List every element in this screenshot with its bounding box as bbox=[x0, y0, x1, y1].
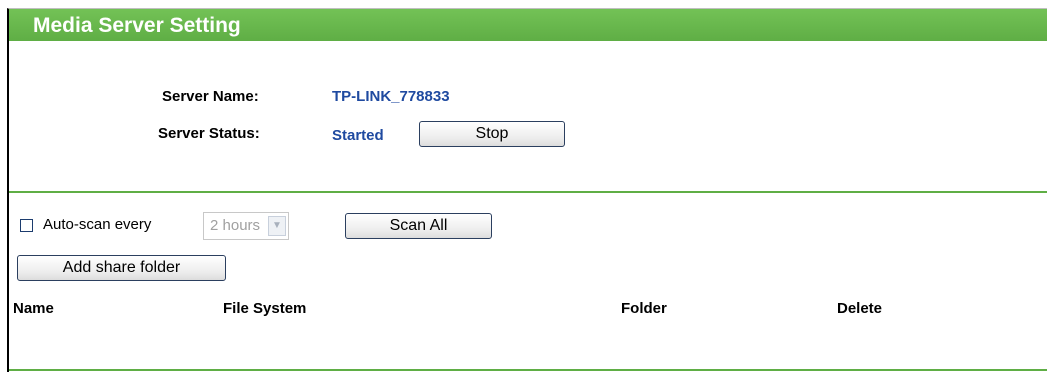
column-header-file-system: File System bbox=[223, 300, 307, 317]
autoscan-label: Auto-scan every bbox=[43, 216, 152, 233]
media-server-panel: Media Server Setting Server Name: TP-LIN… bbox=[7, 8, 1047, 372]
page-title: Media Server Setting bbox=[33, 14, 241, 37]
scan-interval-select[interactable]: 2 hours ▼ bbox=[203, 212, 289, 240]
server-status-label: Server Status: bbox=[158, 125, 260, 142]
autoscan-checkbox[interactable] bbox=[20, 219, 33, 232]
scan-interval-value: 2 hours bbox=[210, 217, 261, 234]
server-status-value: Started bbox=[332, 127, 384, 144]
section-divider-bottom bbox=[9, 369, 1047, 371]
section-divider-top bbox=[9, 191, 1047, 193]
stop-button[interactable]: Stop bbox=[419, 121, 565, 147]
column-header-delete: Delete bbox=[837, 300, 883, 317]
scan-all-button[interactable]: Scan All bbox=[345, 213, 492, 239]
title-bar: Media Server Setting bbox=[9, 9, 1047, 41]
column-header-name: Name bbox=[13, 300, 54, 317]
server-name-label: Server Name: bbox=[162, 88, 259, 105]
chevron-down-icon[interactable]: ▼ bbox=[268, 216, 286, 236]
column-header-folder: Folder bbox=[621, 300, 667, 317]
add-share-folder-button[interactable]: Add share folder bbox=[17, 255, 226, 281]
server-name-value: TP-LINK_778833 bbox=[332, 88, 450, 105]
